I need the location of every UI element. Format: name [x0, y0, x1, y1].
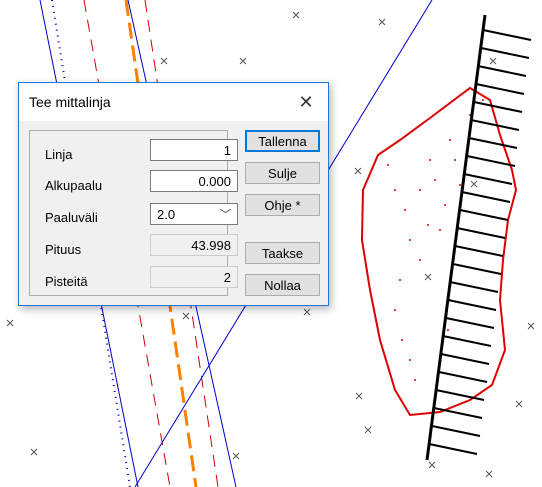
mittalinja-dialog: Tee mittalinja ✕ Linja Alkupaalu Paaluvä… [18, 82, 329, 306]
close-icon[interactable]: ✕ [284, 83, 328, 121]
tallenna-button[interactable]: Tallenna [245, 130, 320, 152]
paaluvali-select[interactable]: 2.0 ﹀ [150, 203, 238, 225]
sulje-button[interactable]: Sulje [245, 162, 320, 184]
linja-label: Linja [45, 147, 73, 162]
fields-group: Linja Alkupaalu Paaluväli 2.0 ﹀ Pituus P… [29, 130, 238, 296]
pituus-label: Pituus [45, 242, 82, 257]
pituus-field [150, 234, 238, 256]
chevron-down-icon: ﹀ [220, 209, 231, 221]
alkupaalu-label: Alkupaalu [45, 178, 103, 193]
pisteita-field [150, 266, 238, 288]
taakse-button[interactable]: Taakse [245, 242, 320, 264]
paaluvali-label: Paaluväli [45, 210, 98, 225]
pisteita-label: Pisteitä [45, 274, 88, 289]
ohje-button[interactable]: Ohje * [245, 194, 320, 216]
alkupaalu-input[interactable] [150, 170, 238, 192]
nollaa-button[interactable]: Nollaa [245, 274, 320, 296]
dialog-title: Tee mittalinja [29, 94, 111, 110]
dialog-titlebar[interactable]: Tee mittalinja ✕ [19, 83, 328, 121]
linja-input[interactable] [150, 139, 238, 161]
paaluvali-value: 2.0 [157, 207, 176, 222]
